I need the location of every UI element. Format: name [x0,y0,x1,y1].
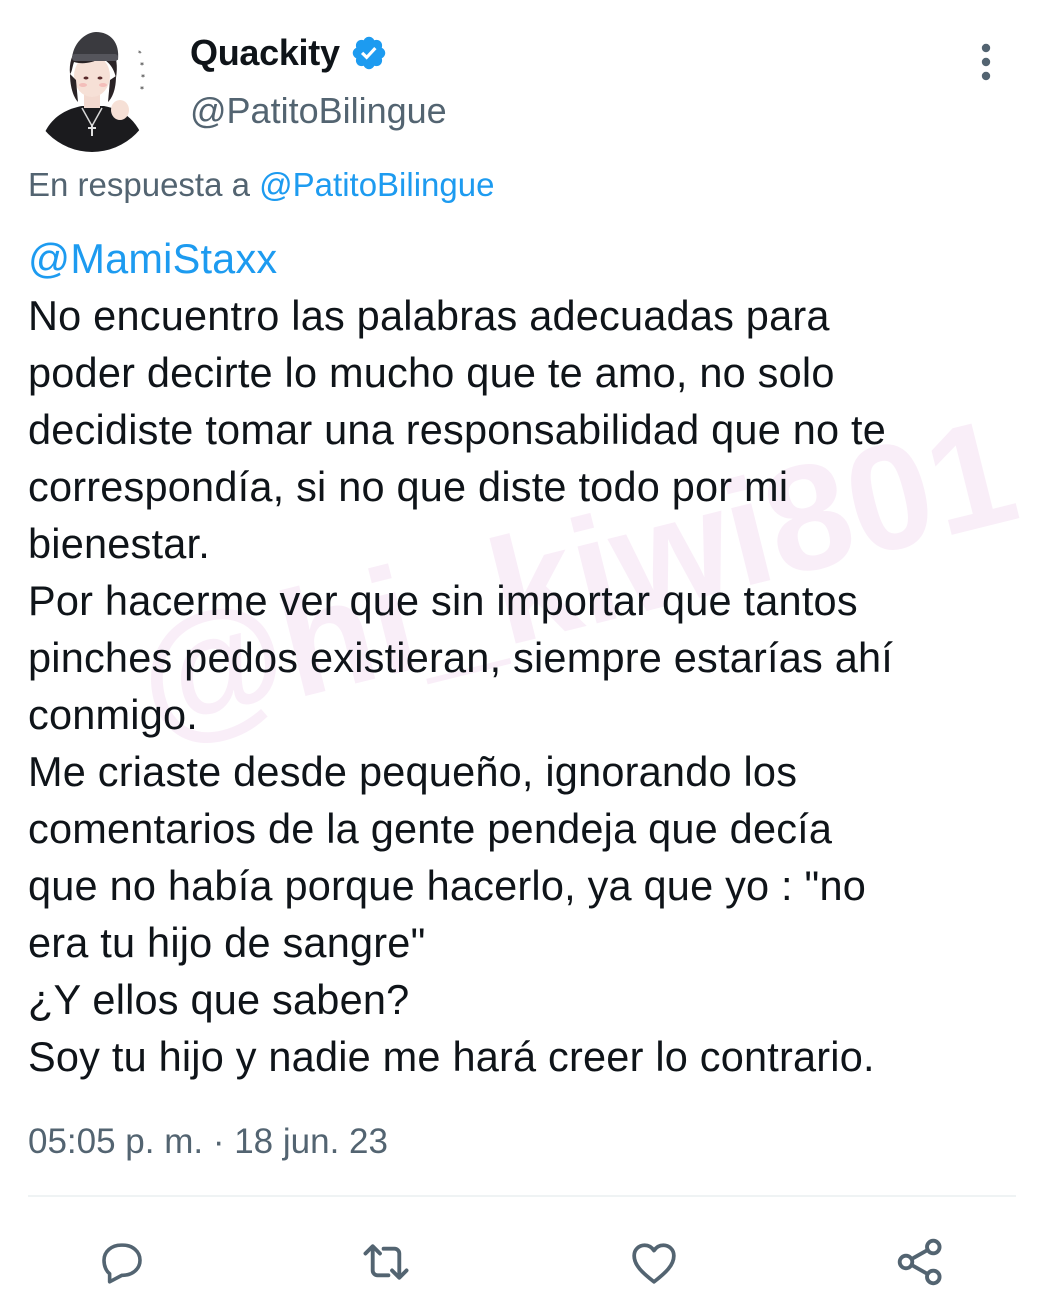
tweet-text: @MamiStaxx No encuentro las palabras ade… [28,230,1028,1085]
tweet-timestamp[interactable]: 05:05 p. m. · 18 jun. 23 [28,1122,388,1162]
avatar[interactable]: * * * * [30,28,154,152]
reply-icon [102,1243,142,1284]
tweet-text-line: pinches pedos existieran, siempre estarí… [28,634,894,681]
svg-text:*: * [140,85,144,94]
retweet-icon [363,1244,409,1280]
reply-context: En respuesta a @PatitoBilingue [28,166,494,204]
display-name-row: Quackity [190,30,388,76]
author-handle[interactable]: @PatitoBilingue [190,90,447,132]
tweet-text-line: comentarios de la gente pendeja que decí… [28,805,833,852]
display-name[interactable]: Quackity [190,32,340,74]
tweet-text-line: Por hacerme ver que sin importar que tan… [28,577,858,624]
verified-badge-icon [350,34,388,72]
tweet-text-line: Me criaste desde pequeño, ignorando los [28,748,798,795]
svg-text:*: * [140,61,144,70]
share-icon [897,1238,942,1286]
svg-text:*: * [138,49,142,58]
tweet-text-line: decidiste tomar una responsabilidad que … [28,406,887,453]
like-icon [632,1243,676,1284]
tweet-text-line: No encuentro las palabras adecuadas para [28,292,830,339]
retweet-button[interactable] [354,1230,418,1294]
tweet-text-line: conmigo. [28,691,198,738]
like-button[interactable] [622,1230,686,1294]
tweet-text-line: ¿Y ellos que saben? [28,976,410,1023]
tweet-text-line: Soy tu hijo y nadie me hará creer lo con… [28,1033,875,1080]
tweet-actions-bar [0,1230,1042,1300]
reply-button[interactable] [90,1230,154,1294]
divider [28,1195,1016,1197]
reply-mention-link[interactable]: @PatitoBilingue [259,166,494,203]
reply-prefix: En respuesta a [28,166,260,203]
more-vertical-icon [981,43,991,81]
tweet-text-line: poder decirte lo mucho que te amo, no so… [28,349,835,396]
tweet-mention-link[interactable]: @MamiStaxx [28,230,1028,287]
share-button[interactable] [888,1230,952,1294]
svg-text:*: * [141,73,145,82]
tweet-text-line: bienestar. [28,520,210,567]
avatar-illustration-icon: * * * * [30,28,154,152]
tweet-text-line: era tu hijo de sangre" [28,919,426,966]
more-options-button[interactable] [962,38,1010,86]
tweet-text-line: que no había porque hacerlo, ya que yo :… [28,862,867,909]
tweet-text-line: correspondía, si no que diste todo por m… [28,463,789,510]
tweet-header: * * * * Quackity @PatitoBilingue [0,0,1042,170]
